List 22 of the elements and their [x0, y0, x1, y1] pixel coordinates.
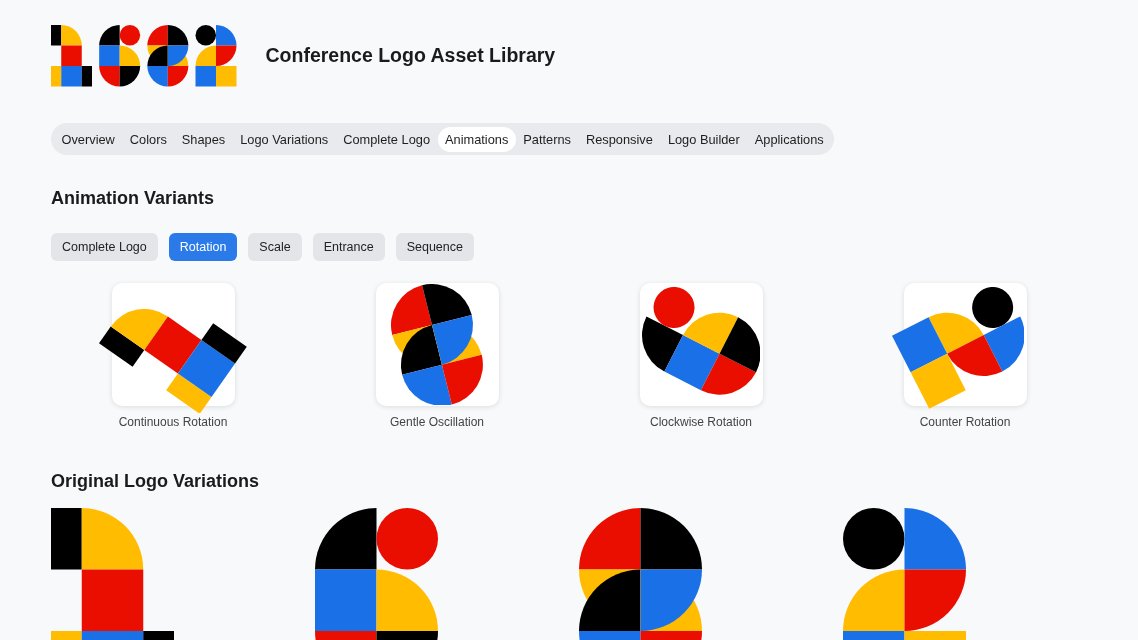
filter-button[interactable]: Complete Logo [51, 233, 158, 261]
section-heading: Original Logo Variations [51, 470, 260, 492]
variant-label: Continuous Rotation [118, 414, 228, 430]
variant-label: Gentle Oscillation [389, 414, 484, 430]
filter-button[interactable]: Scale [248, 233, 302, 261]
nav-tab[interactable]: Colors [122, 126, 175, 152]
filter-button[interactable]: Entrance [312, 233, 385, 261]
filter-button[interactable]: Rotation [168, 233, 238, 261]
variant-label: Clockwise Rotation [649, 414, 752, 430]
nav-tab[interactable]: Shapes [174, 126, 233, 152]
nav-tab[interactable]: Applications [747, 126, 832, 152]
filter-button[interactable]: Sequence [395, 233, 474, 261]
nav-tab[interactable]: Complete Logo [335, 126, 438, 152]
nav-tab[interactable]: Overview [54, 126, 123, 152]
variant-label: Counter Rotation [919, 414, 1011, 430]
nav-tab[interactable]: Animations [437, 126, 516, 152]
page-title: Conference Logo Asset Library [265, 44, 556, 68]
section-heading: Animation Variants [51, 187, 215, 209]
nav-tab[interactable]: Logo Builder [660, 126, 748, 152]
nav-tab[interactable]: Responsive [578, 126, 661, 152]
nav-tab[interactable]: Patterns [515, 126, 579, 152]
nav-tab[interactable]: Logo Variations [232, 126, 336, 152]
